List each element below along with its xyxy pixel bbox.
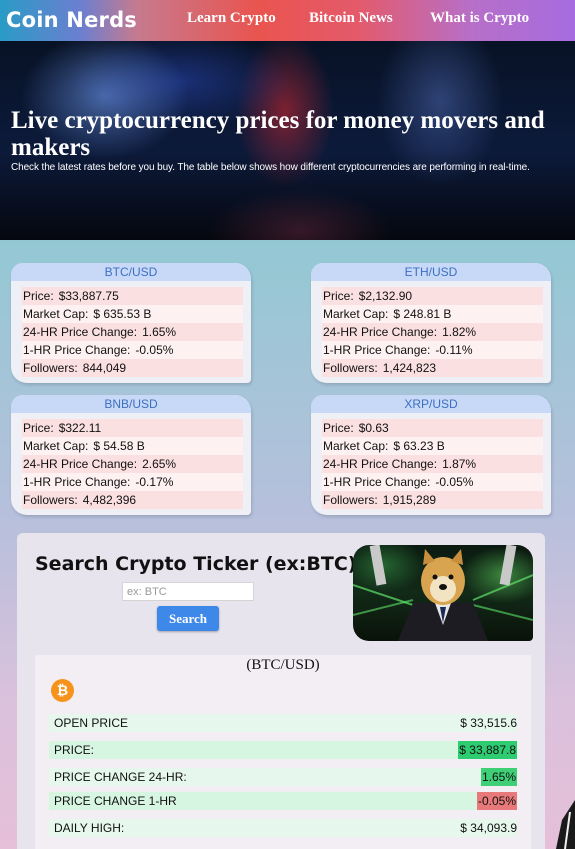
card-row-change-24h: 24-HR Price Change: 2.65% xyxy=(22,455,243,473)
hero-subtitle: Check the latest rates before you buy. T… xyxy=(11,162,530,173)
card-row-price: Price: $0.63 xyxy=(322,419,543,437)
card-row-change-24h: 24-HR Price Change: 1.87% xyxy=(322,455,543,473)
bitcoin-icon: ₿ xyxy=(51,679,74,702)
card-row-followers: Followers: 1,915,289 xyxy=(322,491,543,509)
ticker-pair-title: (BTC/USD) xyxy=(246,657,320,673)
search-panel: Search Crypto Ticker (ex:BTC) Search (BT… xyxy=(17,533,545,849)
card-row-change-1h: 1-HR Price Change: -0.17% xyxy=(22,473,243,491)
price-card-xrp: XRP/USD Price: $0.63 Market Cap: $ 63.23 B… xyxy=(311,395,551,515)
search-title: Search Crypto Ticker (ex:BTC) xyxy=(35,553,357,575)
card-row-followers: Followers: 844,049 xyxy=(22,359,243,377)
nav-link-what-is-crypto[interactable]: What is Crypto xyxy=(430,10,529,27)
detail-row-price: PRICE: $ 33,887.8 xyxy=(49,741,517,759)
card-title: XRP/USD xyxy=(311,395,551,413)
card-row-price: Price: $2,132.90 xyxy=(322,287,543,305)
card-title: BTC/USD xyxy=(11,263,251,281)
card-title: BNB/USD xyxy=(11,395,251,413)
price-card-btc: BTC/USD Price: $33,887.75 Market Cap: $ 63… xyxy=(11,263,251,383)
card-row-price: Price: $322.11 xyxy=(22,419,243,437)
corner-decoration xyxy=(556,800,575,849)
detail-row-change-1h: PRICE CHANGE 1-HR -0.05% xyxy=(49,792,517,810)
card-row-market-cap: Market Cap: $ 635.53 B xyxy=(22,305,243,323)
card-row-price: Price: $33,887.75 xyxy=(22,287,243,305)
search-input[interactable] xyxy=(122,582,254,601)
detail-row-change-24h: PRICE CHANGE 24-HR: 1.65% xyxy=(49,768,517,786)
brand-logo[interactable]: Coin Nerds xyxy=(6,8,137,32)
price-card-eth: ETH/USD Price: $2,132.90 Market Cap: $ 248… xyxy=(311,263,551,383)
card-row-change-1h: 1-HR Price Change: -0.05% xyxy=(322,473,543,491)
search-button[interactable]: Search xyxy=(157,606,219,631)
card-row-change-1h: 1-HR Price Change: -0.05% xyxy=(22,341,243,359)
top-nav: Coin Nerds Learn Crypto Bitcoin News Wha… xyxy=(0,0,575,41)
card-row-market-cap: Market Cap: $ 54.58 B xyxy=(22,437,243,455)
detail-row-open-price: OPEN PRICE $ 33,515.6 xyxy=(49,714,517,732)
card-row-market-cap: Market Cap: $ 63.23 B xyxy=(322,437,543,455)
doge-image xyxy=(353,545,533,641)
hero-title: Live cryptocurrency prices for money mov… xyxy=(11,107,545,161)
card-row-market-cap: Market Cap: $ 248.81 B xyxy=(322,305,543,323)
hero-banner: Live cryptocurrency prices for money mov… xyxy=(0,41,575,240)
card-row-followers: Followers: 1,424,823 xyxy=(322,359,543,377)
card-row-followers: Followers: 4,482,396 xyxy=(22,491,243,509)
card-row-change-1h: 1-HR Price Change: -0.11% xyxy=(322,341,543,359)
nav-link-bitcoin-news[interactable]: Bitcoin News xyxy=(309,10,393,27)
card-title: ETH/USD xyxy=(311,263,551,281)
price-card-bnb: BNB/USD Price: $322.11 Market Cap: $ 54.58… xyxy=(11,395,251,515)
detail-row-daily-high: DAILY HIGH: $ 34,093.9 xyxy=(49,819,517,837)
card-row-change-24h: 24-HR Price Change: 1.65% xyxy=(22,323,243,341)
nav-link-learn-crypto[interactable]: Learn Crypto xyxy=(187,10,276,27)
card-row-change-24h: 24-HR Price Change: 1.82% xyxy=(322,323,543,341)
ticker-detail-panel: (BTC/USD) ₿ OPEN PRICE $ 33,515.6 PRICE:… xyxy=(35,655,531,849)
